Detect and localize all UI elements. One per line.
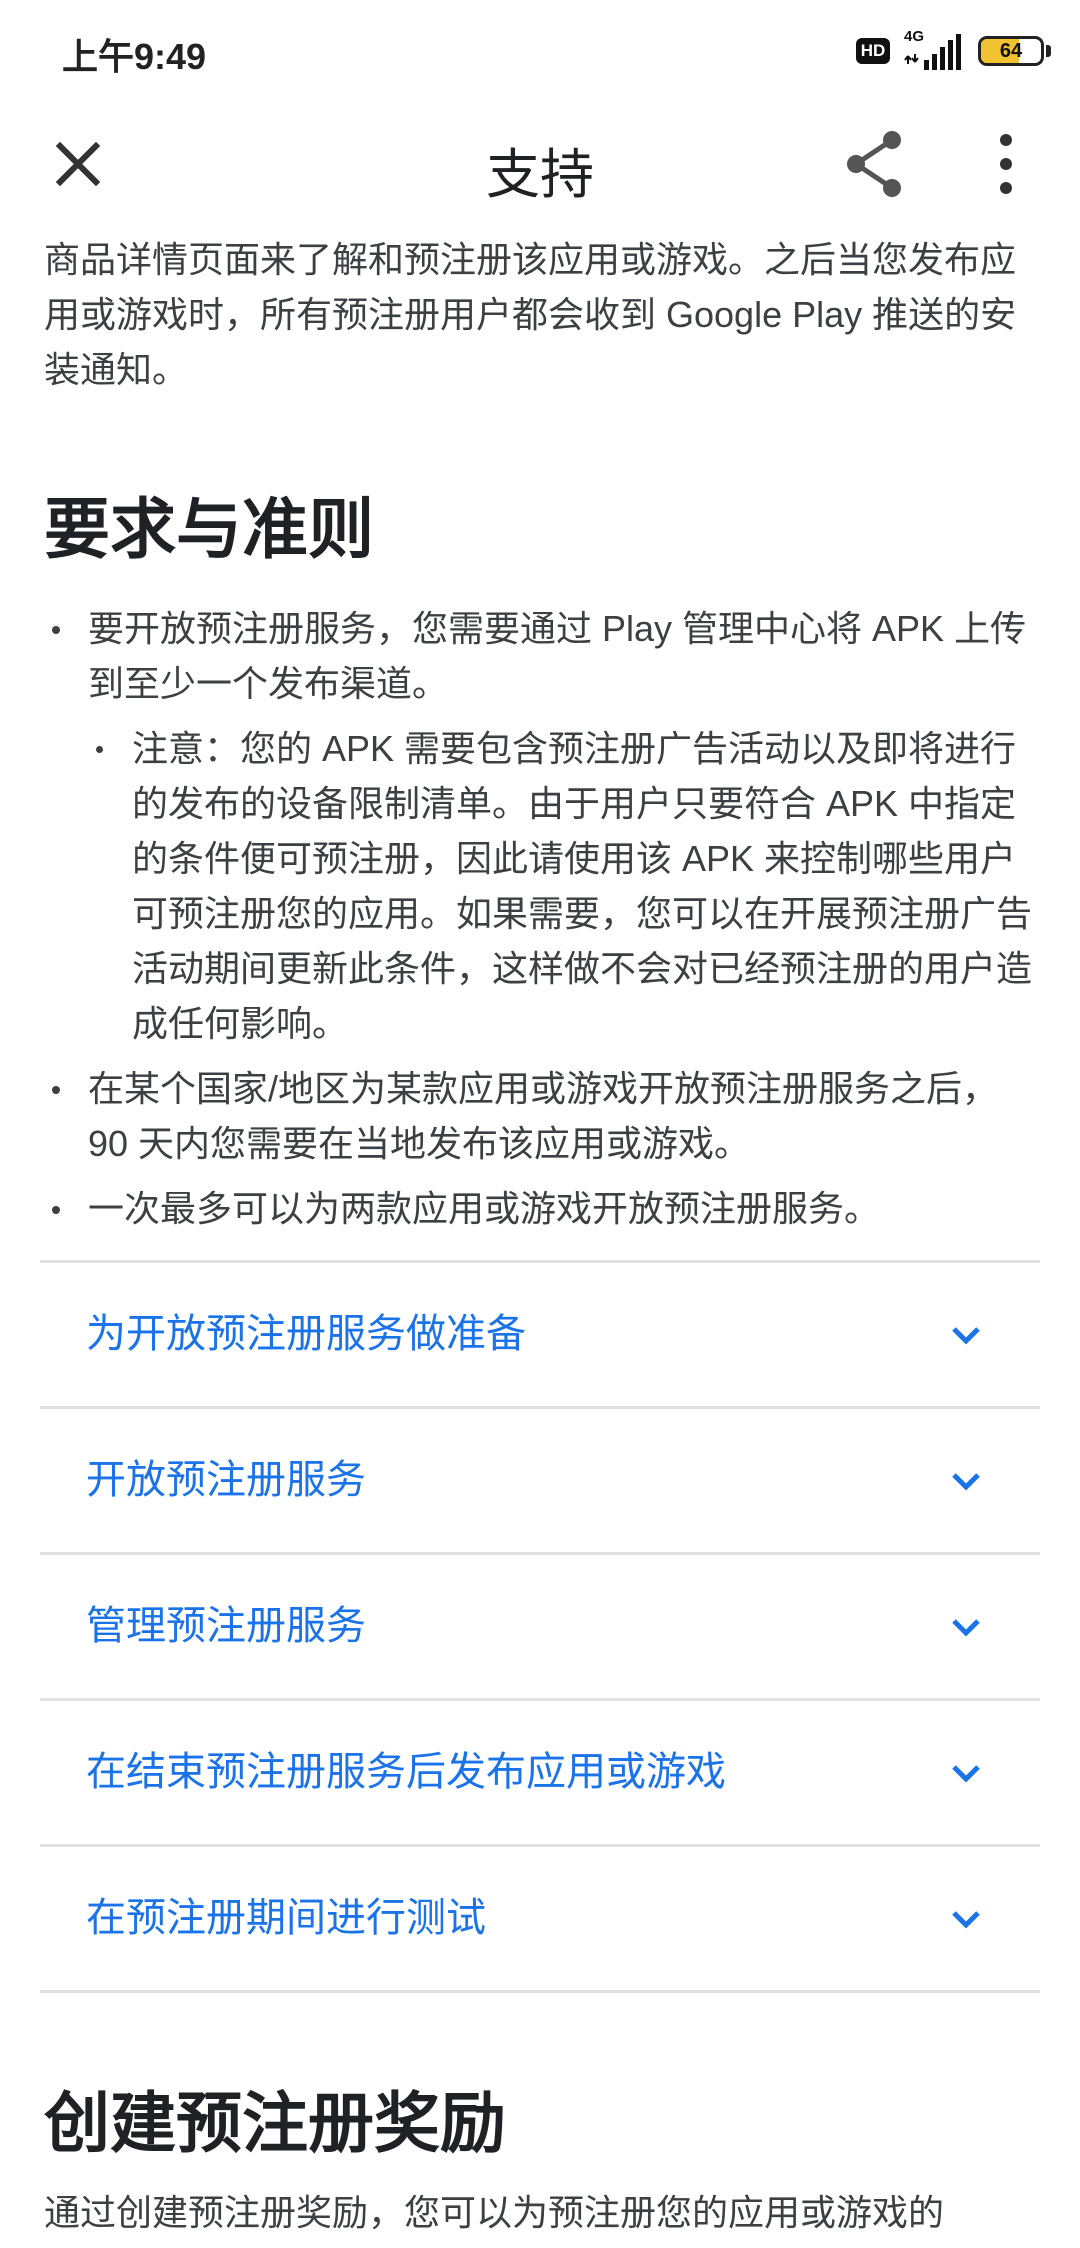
accordion-item-manage[interactable]: 管理预注册服务 (40, 1555, 1040, 1701)
sub-list: 注意：您的 APK 需要包含预注册广告活动以及即将进行的发布的设备限制清单。由于… (88, 721, 1036, 1051)
share-button[interactable] (836, 126, 912, 202)
accordion-label: 在预注册期间进行测试 (86, 1896, 486, 1940)
accordion-label: 在结束预注册服务后发布应用或游戏 (86, 1750, 726, 1794)
accordion-label: 管理预注册服务 (86, 1604, 366, 1648)
accordion: 为开放预注册服务做准备 开放预注册服务 管理预注册服务 在结束预注册服务后发布应… (40, 1260, 1040, 1993)
accordion-label: 为开放预注册服务做准备 (86, 1312, 526, 1356)
accordion-item-publish[interactable]: 在结束预注册服务后发布应用或游戏 (40, 1701, 1040, 1847)
accordion-label: 开放预注册服务 (86, 1458, 366, 1502)
battery-tip (1046, 45, 1051, 57)
status-time: 上午9:49 (62, 36, 207, 77)
article-content: 商品详情页面来了解和预注册该应用或游戏。之后当您发布应用或游戏时，所有预注册用户… (0, 232, 1080, 2240)
chevron-down-icon (952, 1327, 980, 1345)
battery-icon: 64 (978, 36, 1044, 66)
more-options-button[interactable] (968, 126, 1044, 202)
chevron-down-icon (952, 1619, 980, 1637)
chevron-down-icon (952, 1765, 980, 1783)
battery-level: 64 (999, 40, 1023, 62)
signal-icon (904, 34, 961, 70)
sub-list-item: 注意：您的 APK 需要包含预注册广告活动以及即将进行的发布的设备限制清单。由于… (88, 721, 1036, 1051)
more-vert-icon (1000, 134, 1012, 194)
accordion-item-open[interactable]: 开放预注册服务 (40, 1409, 1040, 1555)
list-item-text: 要开放预注册服务，您需要通过 Play 管理中心将 APK 上传到至少一个发布渠… (88, 608, 1027, 704)
list-item: 在某个国家/地区为某款应用或游戏开放预注册服务之后，90 天内您需要在当地发布该… (44, 1061, 1036, 1171)
list-item: 一次最多可以为两款应用或游戏开放预注册服务。 (44, 1181, 1036, 1236)
chevron-down-icon (952, 1473, 980, 1491)
section-heading-requirements: 要求与准则 (44, 492, 374, 566)
hd-badge: HD (856, 38, 890, 64)
intro-paragraph: 商品详情页面来了解和预注册该应用或游戏。之后当您发布应用或游戏时，所有预注册用户… (44, 239, 1017, 390)
app-bar: 支持 (0, 100, 1080, 232)
accordion-item-prepare[interactable]: 为开放预注册服务做准备 (40, 1263, 1040, 1409)
page-title: 支持 (486, 145, 594, 205)
status-bar: 上午9:49 HD 4G 64 (0, 0, 1080, 100)
chevron-down-icon (952, 1911, 980, 1929)
accordion-item-test[interactable]: 在预注册期间进行测试 (40, 1847, 1040, 1993)
section-heading-rewards: 创建预注册奖励 (44, 2086, 506, 2160)
list-item: 要开放预注册服务，您需要通过 Play 管理中心将 APK 上传到至少一个发布渠… (44, 601, 1036, 1051)
requirements-list: 要开放预注册服务，您需要通过 Play 管理中心将 APK 上传到至少一个发布渠… (44, 601, 1036, 1236)
share-icon (847, 131, 901, 197)
rewards-paragraph: 通过创建预注册奖励，您可以为预注册您的应用或游戏的 (44, 2192, 945, 2233)
